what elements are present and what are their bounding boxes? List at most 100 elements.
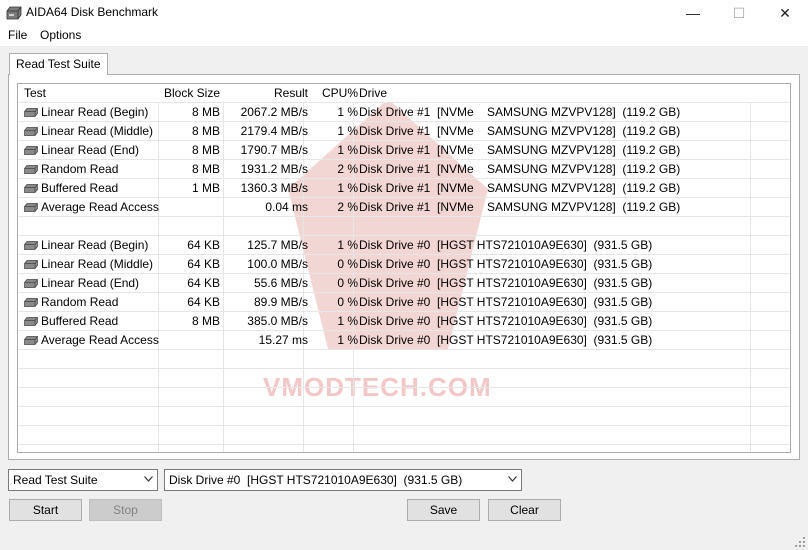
empty-row[interactable] (18, 445, 790, 452)
table-row[interactable]: Linear Read (End) 64 KB 55.6 MB/s 0 % Disk D… (18, 274, 790, 293)
cell-cpu: 1 % (337, 238, 358, 252)
cell-test-label: Buffered Read (41, 314, 119, 328)
table-row[interactable]: Linear Read (End) 8 MB 1790.7 MB/s 1 % Disk … (18, 141, 790, 160)
disk-drive-icon (6, 6, 22, 20)
close-button[interactable]: ✕ (762, 0, 808, 26)
cell-block-size: 8 MB (191, 143, 220, 157)
header-drive[interactable]: Drive (359, 84, 387, 103)
cell-test: Random Read (24, 160, 118, 179)
menu-options[interactable]: Options (40, 28, 81, 42)
hard-disk-icon (24, 241, 38, 250)
hard-disk-icon (24, 336, 38, 345)
cell-drive: Disk Drive #1 [NVMe SAMSUNG MZVPV128] (1… (359, 143, 681, 157)
table-row[interactable]: Random Read 8 MB 1931.2 MB/s 2 % Disk Drive … (18, 160, 790, 179)
suite-select[interactable]: Read Test Suite (8, 469, 158, 491)
header-result[interactable]: Result (224, 84, 308, 103)
chevron-down-icon (508, 476, 517, 482)
tab-read-test-suite[interactable]: Read Test Suite (9, 53, 108, 75)
cell-result: 100.0 MB/s (247, 257, 308, 271)
cell-test: Buffered Read (24, 179, 118, 198)
cell-drive: Disk Drive #1 [NVMe SAMSUNG MZVPV128] (1… (359, 124, 681, 138)
hard-disk-icon (24, 146, 38, 155)
cell-block-size: 8 MB (191, 105, 220, 119)
cell-test: Linear Read (End) (24, 274, 139, 293)
menu-bar: File Options (0, 26, 808, 46)
cell-block-size: 64 KB (187, 238, 220, 252)
table-row[interactable]: Linear Read (Begin) 64 KB 125.7 MB/s 1 % Dis… (18, 236, 790, 255)
cell-result: 1931.2 MB/s (240, 162, 308, 176)
header-test[interactable]: Test (24, 84, 46, 103)
table-row[interactable]: Buffered Read 8 MB 385.0 MB/s 1 % Disk Drive… (18, 312, 790, 331)
cell-test-label: Buffered Read (41, 181, 119, 195)
empty-row[interactable] (18, 369, 790, 388)
hard-disk-icon (24, 298, 38, 307)
maximize-button[interactable]: ☐ (716, 0, 762, 26)
header-block-size[interactable]: Block Size (164, 84, 220, 103)
cell-result: 1360.3 MB/s (240, 181, 308, 195)
cell-result: 55.6 MB/s (253, 276, 308, 290)
cell-cpu: 2 % (337, 162, 358, 176)
resize-grip-icon[interactable] (794, 536, 806, 548)
cell-drive: Disk Drive #0 [HGST HTS721010A9E630] (93… (359, 238, 653, 252)
cell-test: Linear Read (Middle) (24, 255, 153, 274)
cell-cpu: 0 % (337, 276, 358, 290)
table-row[interactable]: Buffered Read 1 MB 1360.3 MB/s 1 % Disk Driv… (18, 179, 790, 198)
clear-button[interactable]: Clear (488, 499, 561, 521)
empty-row[interactable] (18, 388, 790, 407)
cell-block-size: 64 KB (187, 257, 220, 271)
chevron-down-icon (144, 476, 153, 482)
cell-block-size (158, 198, 220, 217)
cell-test-label: Random Read (41, 295, 119, 309)
table-row[interactable]: Linear Read (Begin) 8 MB 2067.2 MB/s 1 % Dis… (18, 103, 790, 122)
cell-result: 125.7 MB/s (247, 238, 308, 252)
table-row[interactable]: Average Read Access 15.27 ms 1 % Disk Drive… (18, 331, 790, 350)
empty-row[interactable] (18, 426, 790, 445)
cell-drive: Disk Drive #0 [HGST HTS721010A9E630] (93… (359, 257, 653, 271)
cell-drive: Disk Drive #0 [HGST HTS721010A9E630] (93… (359, 333, 653, 347)
save-button[interactable]: Save (407, 499, 480, 521)
table-header: Test Block Size Result CPU% Drive (18, 84, 790, 103)
cell-test: Average Read Access (24, 331, 159, 350)
cell-drive: Disk Drive #0 [HGST HTS721010A9E630] (93… (359, 295, 653, 309)
stop-button[interactable]: Stop (89, 499, 162, 521)
empty-row[interactable] (18, 407, 790, 426)
cell-drive: Disk Drive #1 [NVMe SAMSUNG MZVPV128] (1… (359, 200, 681, 214)
cell-drive: Disk Drive #1 [NVMe SAMSUNG MZVPV128] (1… (359, 181, 681, 195)
cell-cpu: 1 % (337, 143, 358, 157)
results-table[interactable]: VMODTECH.COM Test Block Size Result CPU%… (17, 83, 791, 453)
hard-disk-icon (24, 127, 38, 136)
table-row[interactable]: Random Read 64 KB 89.9 MB/s 0 % Disk Drive #… (18, 293, 790, 312)
empty-row[interactable] (18, 350, 790, 369)
cell-test: Average Read Access (24, 198, 159, 217)
cell-result: 385.0 MB/s (247, 314, 308, 328)
cell-test: Buffered Read (24, 312, 118, 331)
hard-disk-icon (24, 260, 38, 269)
cell-drive: Disk Drive #0 [HGST HTS721010A9E630] (93… (359, 314, 653, 328)
minimize-button[interactable]: — (670, 0, 716, 26)
cell-test-label: Average Read Access (41, 200, 159, 214)
suite-select-value: Read Test Suite (13, 473, 98, 487)
cell-test: Linear Read (End) (24, 141, 139, 160)
table-row[interactable]: Linear Read (Middle) 64 KB 100.0 MB/s 0 % Di… (18, 255, 790, 274)
drive-select[interactable]: Disk Drive #0 [HGST HTS721010A9E630] (93… (164, 469, 522, 491)
cell-test-label: Linear Read (Begin) (41, 238, 149, 252)
title-bar: AIDA64 Disk Benchmark — ☐ ✕ (0, 0, 808, 26)
table-row[interactable]: Average Read Access 0.04 ms 2 % Disk Drive … (18, 198, 790, 217)
cell-block-size: 8 MB (191, 314, 220, 328)
header-cpu[interactable]: CPU% (308, 84, 358, 103)
cell-block-size: 8 MB (191, 124, 220, 138)
cell-test-label: Linear Read (Middle) (41, 124, 154, 138)
cell-block-size: 64 KB (187, 295, 220, 309)
table-row[interactable]: Linear Read (Middle) 8 MB 2179.4 MB/s 1 % Di… (18, 122, 790, 141)
cell-test-label: Random Read (41, 162, 119, 176)
cell-drive: Disk Drive #1 [NVMe SAMSUNG MZVPV128] (1… (359, 105, 681, 119)
cell-cpu: 1 % (337, 181, 358, 195)
menu-file[interactable]: File (8, 28, 27, 42)
hard-disk-icon (24, 165, 38, 174)
empty-row[interactable] (18, 217, 790, 236)
cell-result: 15.27 ms (258, 333, 308, 347)
cell-result: 2067.2 MB/s (240, 105, 308, 119)
cell-cpu: 2 % (337, 200, 358, 214)
cell-block-size: 64 KB (187, 276, 220, 290)
start-button[interactable]: Start (9, 499, 82, 521)
